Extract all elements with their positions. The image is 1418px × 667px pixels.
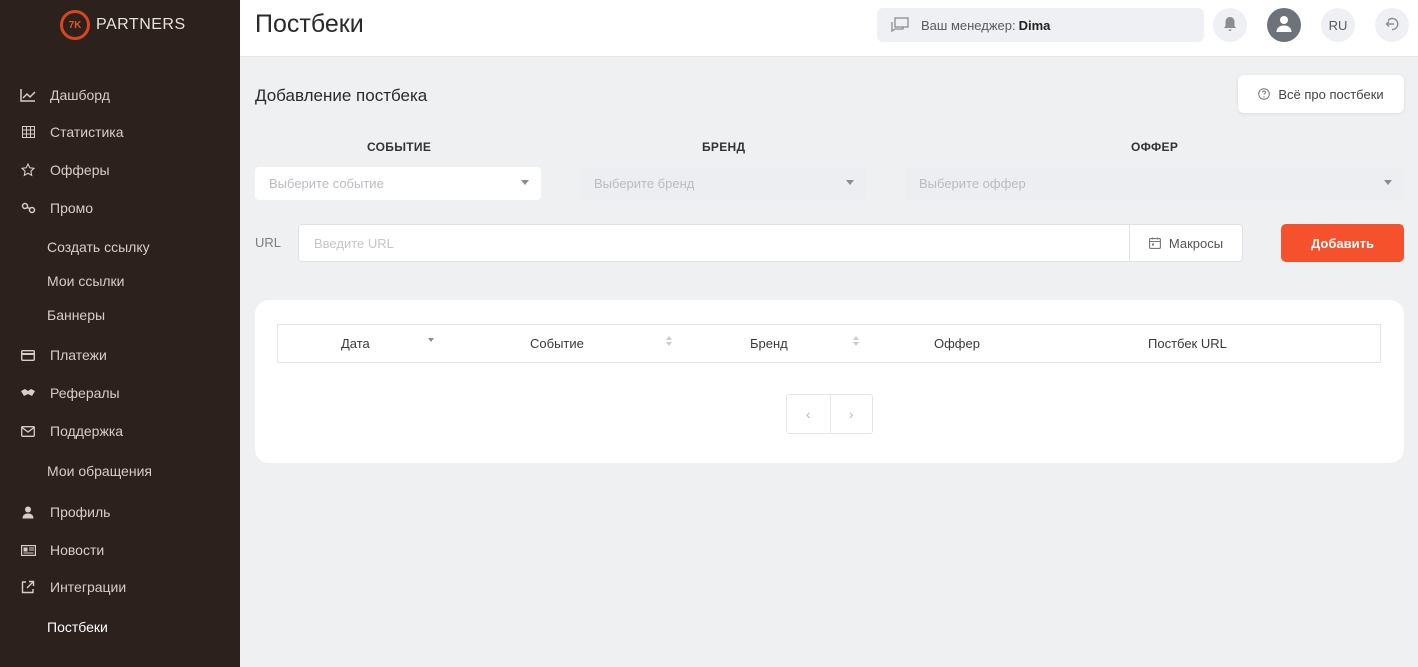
sort-date-icon[interactable] — [428, 338, 434, 342]
sidebar-item-postbacks[interactable]: Постбеки — [47, 617, 108, 637]
url-label: URL — [255, 235, 282, 250]
chevron-down-icon — [846, 180, 854, 185]
user-icon — [18, 504, 38, 520]
avatar[interactable] — [1267, 8, 1301, 42]
manager-label: Ваш менеджер: — [921, 17, 1016, 33]
brand-label: БРЕНД — [702, 140, 746, 154]
sidebar: 7K PARTNERS Дашборд Статистика Офферы Пр… — [0, 0, 240, 667]
pagination: ‹ › — [786, 394, 873, 434]
mail-icon — [18, 423, 38, 439]
grid-table-icon — [18, 124, 38, 140]
language-switcher[interactable]: RU — [1321, 8, 1355, 42]
handshake-icon — [18, 385, 38, 401]
sidebar-item-label: Профиль — [50, 504, 111, 520]
next-page-button[interactable]: › — [829, 395, 873, 433]
page-title: Постбеки — [255, 10, 364, 38]
sidebar-item-label: Поддержка — [50, 423, 124, 439]
prev-page-button[interactable]: ‹ — [787, 395, 830, 433]
chart-line-icon — [18, 87, 38, 103]
logo-mark: 7K — [60, 10, 90, 40]
sidebar-item-statistics[interactable]: Статистика — [18, 121, 124, 143]
column-header-postback-url: Постбек URL — [1148, 336, 1227, 351]
chevron-down-icon — [1384, 180, 1392, 185]
chevron-down-icon — [521, 180, 529, 185]
logout-button[interactable] — [1375, 8, 1409, 42]
help-label: Всё про постбеки — [1278, 86, 1384, 102]
manager-name: Dima — [1018, 17, 1051, 33]
column-header-offer: Оффер — [934, 336, 980, 351]
chat-icon — [891, 17, 909, 33]
sidebar-item-label: Интеграции — [50, 579, 127, 595]
offer-label: ОФФЕР — [1131, 140, 1179, 154]
sidebar-item-label: Дашборд — [50, 87, 110, 103]
question-circle-icon — [1258, 88, 1271, 100]
logout-icon — [1384, 16, 1400, 35]
sidebar-item-create-link[interactable]: Создать ссылку — [47, 237, 150, 257]
share-icon — [18, 579, 38, 595]
sidebar-item-label: Офферы — [50, 162, 110, 178]
sidebar-item-support[interactable]: Поддержка — [18, 420, 123, 442]
sidebar-item-my-links[interactable]: Мои ссылки — [47, 271, 125, 291]
event-select-placeholder: Выберите событие — [269, 176, 384, 191]
sidebar-item-label: Промо — [50, 200, 94, 216]
sort-event-icon[interactable] — [666, 336, 672, 346]
sidebar-item-label: Платежи — [50, 347, 107, 363]
notifications-button[interactable] — [1213, 8, 1247, 42]
star-icon — [18, 162, 38, 178]
macros-label: Макросы — [1168, 235, 1224, 251]
sidebar-item-profile[interactable]: Профиль — [18, 501, 110, 523]
offer-select[interactable]: Выберите оффер — [905, 167, 1404, 200]
link-icon — [18, 200, 38, 216]
macros-button[interactable]: Макросы — [1129, 224, 1243, 262]
sidebar-item-promo[interactable]: Промо — [18, 197, 93, 219]
column-header-date[interactable]: Дата — [341, 336, 370, 351]
sidebar-item-integrations[interactable]: Интеграции — [18, 576, 126, 598]
sidebar-item-offers[interactable]: Офферы — [18, 159, 110, 181]
section-title: Добавление постбека — [255, 86, 428, 105]
calendar-icon — [1148, 237, 1161, 249]
brand-select-placeholder: Выберите бренд — [594, 176, 695, 191]
bell-icon — [1223, 16, 1237, 35]
sort-brand-icon[interactable] — [853, 336, 859, 346]
postback-help-button[interactable]: Всё про постбеки — [1238, 75, 1404, 113]
sidebar-item-banners[interactable]: Баннеры — [47, 305, 105, 325]
sidebar-item-label: Рефералы — [50, 385, 120, 401]
brand-select[interactable]: Выберите бренд — [580, 167, 866, 200]
sidebar-item-payments[interactable]: Платежи — [18, 344, 107, 366]
top-header: Постбеки Ваш менеджер: Dima RU — [240, 0, 1418, 57]
event-select[interactable]: Выберите событие — [255, 167, 541, 200]
logo-text: PARTNERS — [96, 16, 186, 33]
event-label: СОБЫТИЕ — [367, 140, 432, 154]
user-avatar-icon — [1276, 15, 1292, 36]
add-postback-button[interactable]: Добавить — [1281, 224, 1404, 262]
manager-info[interactable]: Ваш менеджер: Dima — [877, 8, 1204, 42]
sidebar-item-dashboard[interactable]: Дашборд — [18, 84, 110, 106]
sidebar-item-label: Статистика — [50, 124, 124, 140]
offer-select-placeholder: Выберите оффер — [919, 176, 1026, 191]
url-input[interactable] — [298, 224, 1130, 262]
column-header-event[interactable]: Событие — [530, 336, 584, 351]
sidebar-item-my-requests[interactable]: Мои обращения — [47, 461, 152, 481]
column-header-brand[interactable]: Бренд — [750, 336, 788, 351]
sidebar-item-referrals[interactable]: Рефералы — [18, 382, 120, 404]
logo[interactable]: 7K PARTNERS — [60, 10, 186, 40]
news-icon — [18, 542, 38, 558]
sidebar-item-label: Новости — [50, 542, 105, 558]
sidebar-item-news[interactable]: Новости — [18, 539, 104, 561]
credit-card-icon — [18, 347, 38, 363]
